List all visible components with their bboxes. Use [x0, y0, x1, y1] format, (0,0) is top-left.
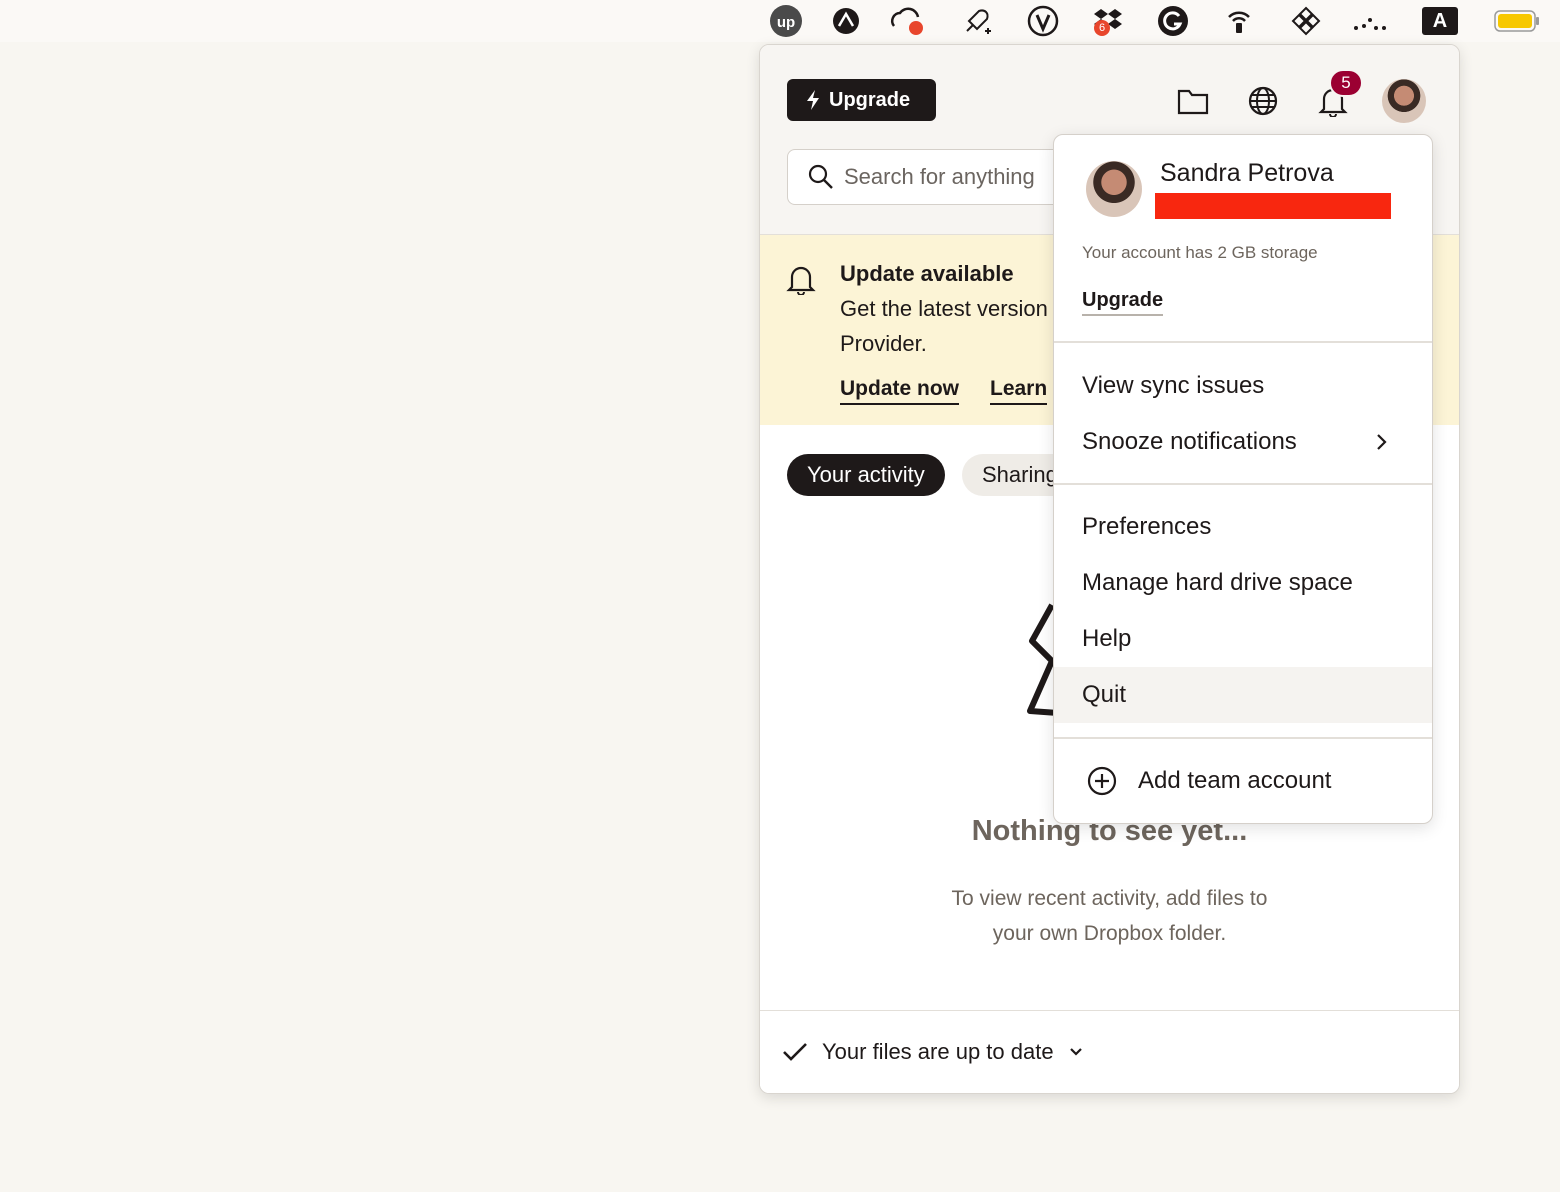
airdrop-icon[interactable]: [1221, 3, 1257, 39]
dropbox-badge: 6: [1094, 20, 1110, 36]
banner-title: Update available: [840, 261, 1014, 286]
avatar[interactable]: [1382, 79, 1426, 123]
account-avatar: [1086, 161, 1142, 217]
menu-item-label: Add team account: [1138, 767, 1332, 794]
menu-item-manage-hard-drive-space[interactable]: Manage hard drive space: [1054, 555, 1432, 611]
divider: [1054, 483, 1432, 485]
empty-text: To view recent activity, add files to yo…: [760, 881, 1459, 951]
menu-item-view-sync-issues[interactable]: View sync issues: [1054, 358, 1432, 414]
sync-status[interactable]: Your files are up to date: [760, 1010, 1459, 1093]
upwork-icon[interactable]: up: [768, 3, 804, 39]
svg-text:up: up: [777, 14, 795, 31]
tor-icon[interactable]: [1025, 3, 1061, 39]
update-now-link[interactable]: Update now: [840, 377, 959, 405]
plus-circle-icon: [1087, 766, 1117, 796]
battery-icon[interactable]: [1494, 3, 1540, 39]
menu-item-label: Quit: [1082, 681, 1127, 708]
keyboard-a-icon[interactable]: A: [1422, 3, 1458, 39]
menu-item-label: Help: [1082, 625, 1132, 652]
grammarly-icon[interactable]: [1155, 3, 1191, 39]
menu-item-add-team-account[interactable]: Add team account: [1054, 753, 1432, 809]
menu-item-snooze-notifications[interactable]: Snooze notifications: [1054, 414, 1432, 470]
divider: [1054, 737, 1432, 739]
menu-item-quit[interactable]: Quit: [1054, 667, 1432, 723]
account-menu: Sandra Petrova Your account has 2 GB sto…: [1053, 134, 1433, 824]
menu-item-help[interactable]: Help: [1054, 611, 1432, 667]
chevron-down-icon: [1069, 1048, 1082, 1056]
divider: [1054, 341, 1432, 343]
search-placeholder: Search for anything: [844, 164, 1035, 189]
slack-icon[interactable]: [1288, 3, 1324, 39]
upgrade-label: Upgrade: [829, 88, 911, 111]
checkmark-icon: [783, 1043, 807, 1061]
macos-menubar: up 6 A: [0, 0, 1560, 42]
empty-text-body: To view recent activity, add files to yo…: [951, 887, 1268, 945]
upgrade-link[interactable]: Upgrade: [1082, 289, 1164, 316]
sketch-icon[interactable]: [828, 3, 864, 39]
bell-icon: [786, 266, 816, 295]
notification-badge: 5: [1329, 69, 1363, 97]
dots-icon[interactable]: [1352, 3, 1388, 39]
upgrade-button[interactable]: Upgrade: [787, 79, 936, 121]
cloud-sync-icon[interactable]: [888, 3, 924, 39]
rocket-icon[interactable]: [959, 3, 995, 39]
tab-your-activity[interactable]: Your activity: [787, 454, 945, 496]
menu-item-label: Snooze notifications: [1082, 428, 1297, 455]
account-name: Sandra Petrova: [1160, 159, 1334, 187]
search-icon: [808, 164, 833, 189]
lightning-icon: [807, 90, 819, 110]
menu-item-label: View sync issues: [1082, 372, 1265, 399]
globe-icon[interactable]: [1243, 81, 1283, 121]
storage-info: Your account has 2 GB storage: [1082, 243, 1318, 262]
menu-item-label: Preferences: [1082, 513, 1212, 540]
dropbox-icon[interactable]: 6: [1090, 3, 1126, 39]
sync-status-label: Your files are up to date: [822, 1039, 1054, 1064]
redacted-email: [1155, 193, 1391, 219]
learn-more-link[interactable]: Learn: [990, 377, 1048, 405]
menu-item-label: Manage hard drive space: [1082, 569, 1353, 596]
folder-icon[interactable]: [1173, 81, 1213, 121]
menu-item-preferences[interactable]: Preferences: [1054, 499, 1432, 555]
chevron-right-icon: [1377, 434, 1387, 450]
